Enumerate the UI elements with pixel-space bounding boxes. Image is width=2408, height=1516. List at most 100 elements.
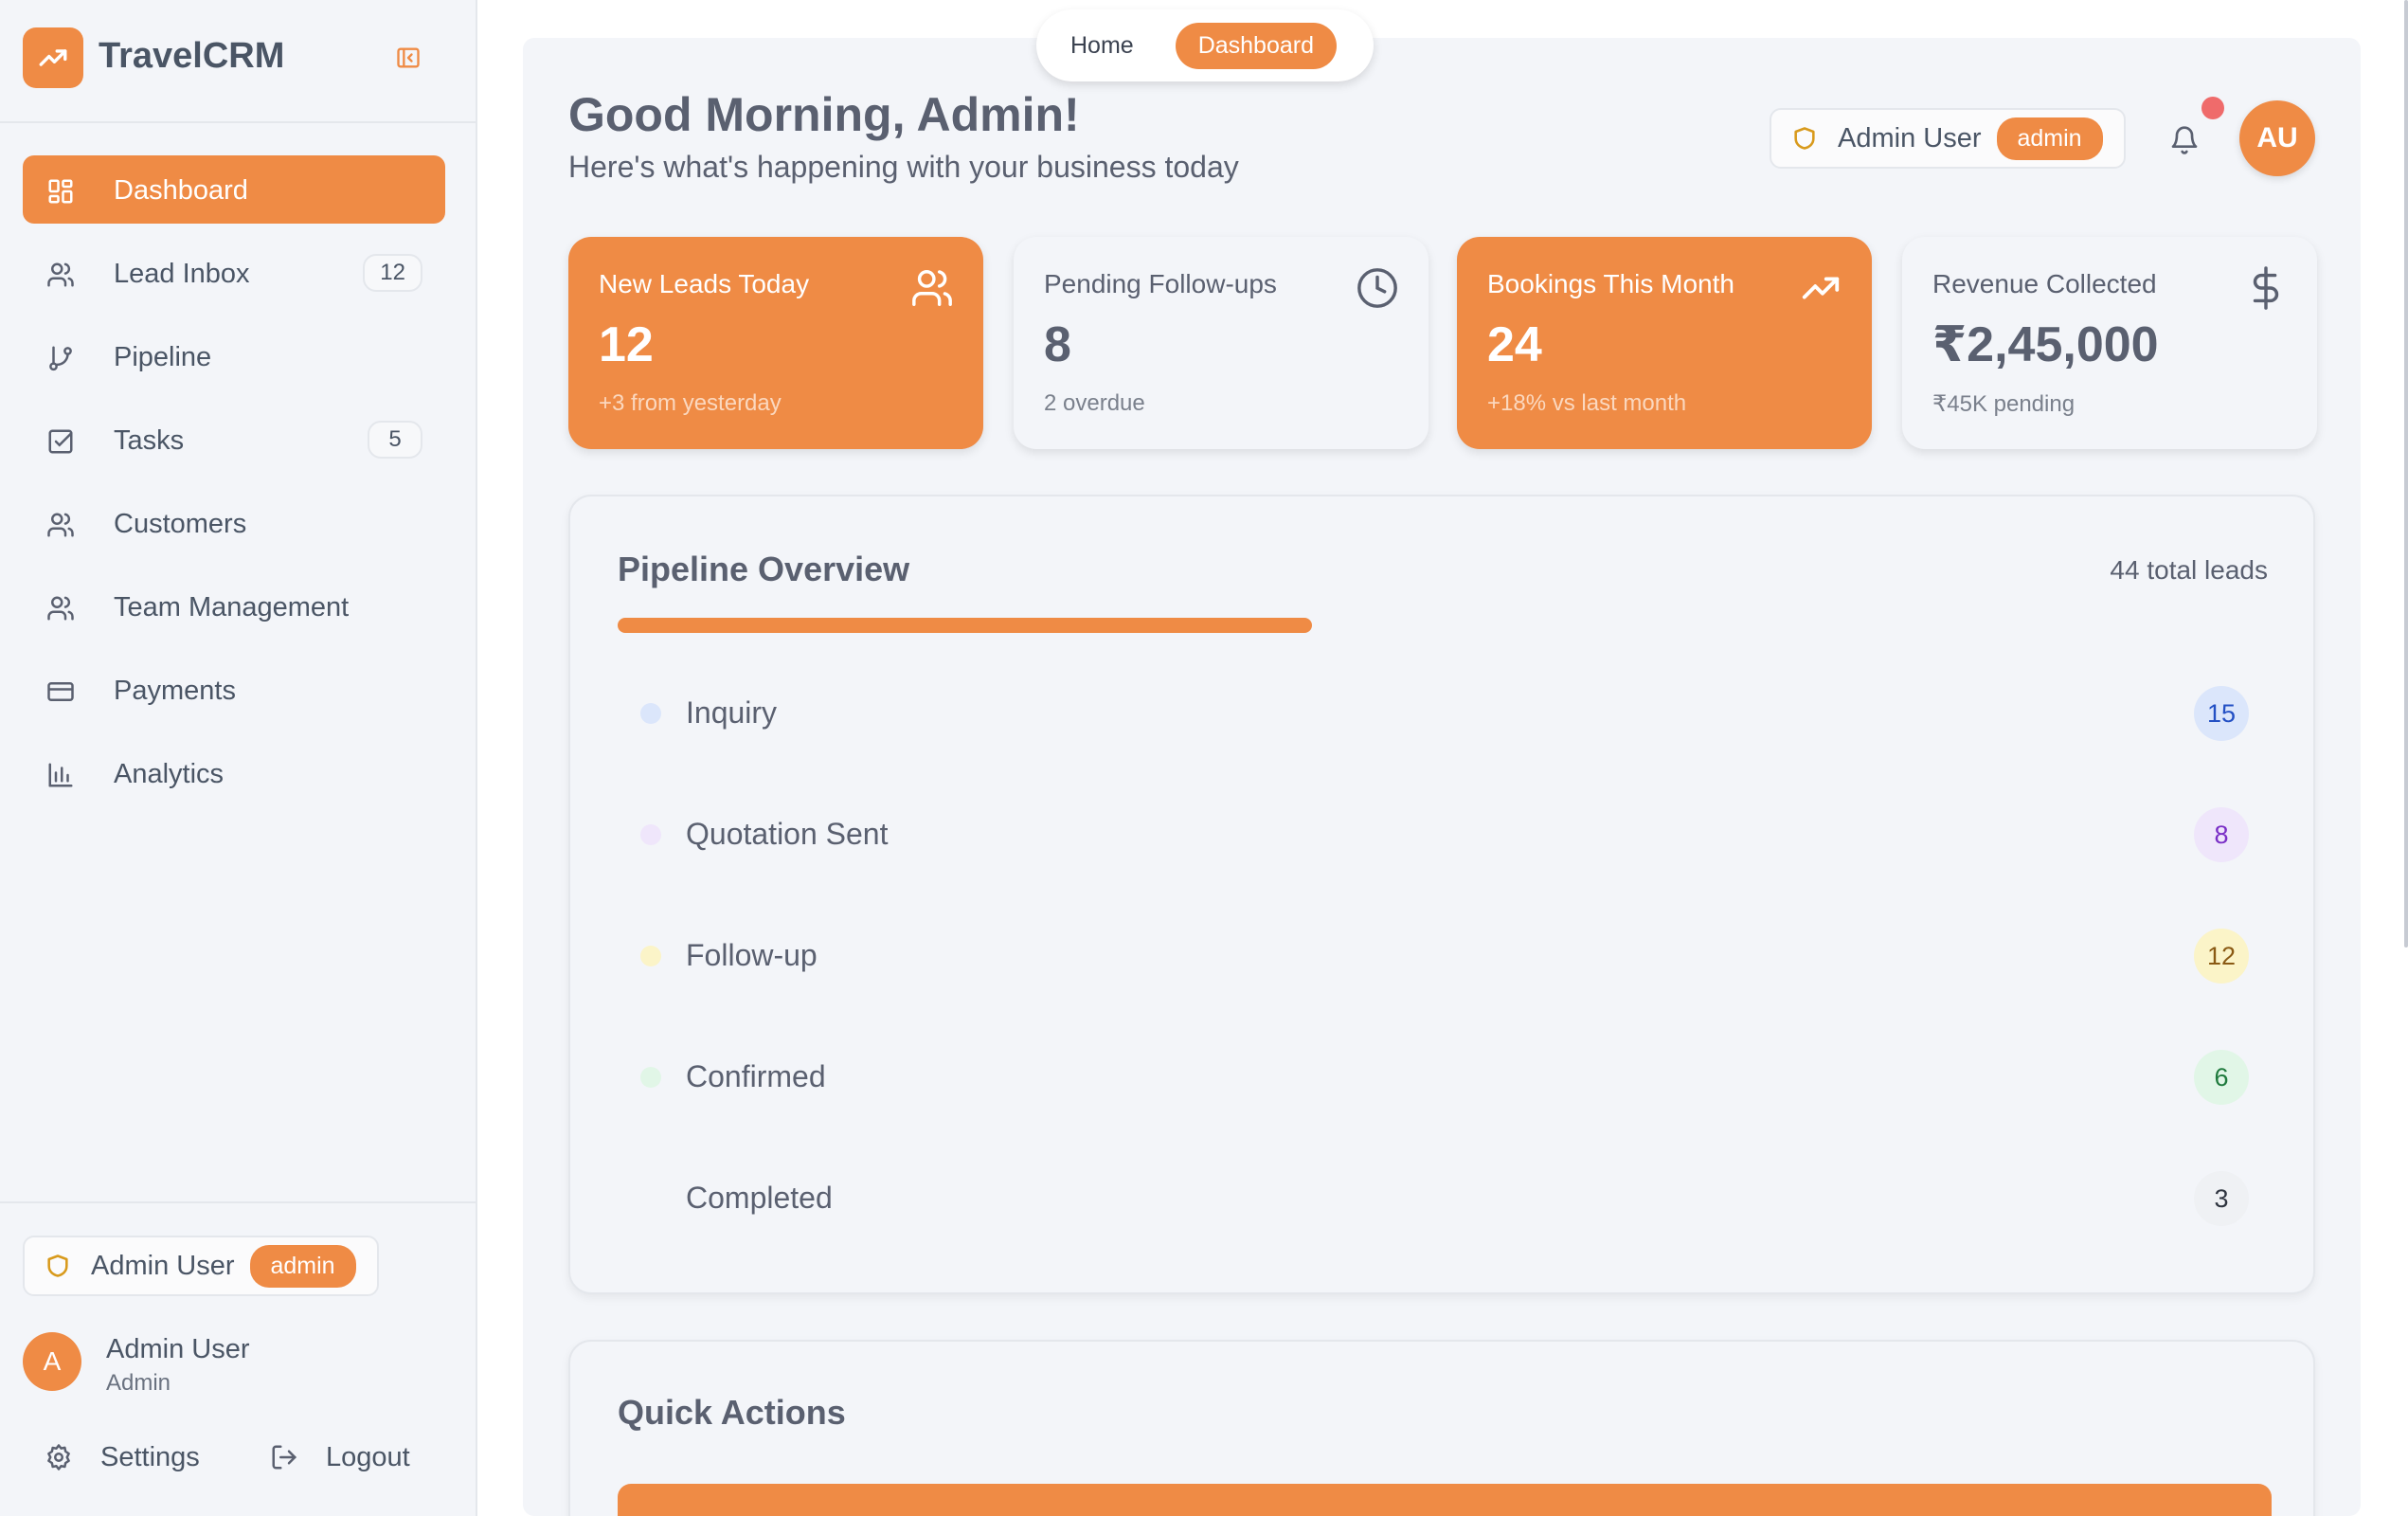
sidebar: TravelCRM Dashboard Lead Inbox 12 Pipeli… (0, 0, 477, 1516)
role-badge: admin (1996, 117, 2103, 160)
brand-header: TravelCRM (0, 0, 476, 123)
stage-label: Quotation Sent (686, 817, 889, 851)
bar-chart-icon (45, 760, 76, 790)
collapse-sidebar-icon[interactable] (392, 42, 424, 74)
trending-up-icon (23, 27, 83, 88)
stage-dot (640, 703, 661, 724)
sidebar-item-label: Tasks (114, 425, 185, 456)
users-icon (45, 510, 76, 540)
users-icon (909, 265, 955, 311)
pipeline-overview-panel: Pipeline Overview 44 total leads Inquiry… (568, 495, 2315, 1294)
role-name: Admin User (1838, 122, 1982, 153)
logout-icon (269, 1442, 299, 1472)
pipeline-stage-completed[interactable]: Completed 3 (618, 1169, 2272, 1226)
stage-label: Completed (686, 1181, 833, 1215)
sidebar-item-label: Pipeline (114, 342, 212, 372)
sidebar-footer: Admin User admin A Admin User Admin Sett… (0, 1201, 476, 1516)
stage-label: Confirmed (686, 1059, 826, 1093)
stat-value: 24 (1487, 317, 1542, 372)
sidebar-item-tasks[interactable]: Tasks 5 (23, 406, 445, 474)
trending-up-icon (1798, 265, 1843, 311)
avatar: A (23, 1332, 81, 1391)
quick-actions-panel: Quick Actions (568, 1340, 2315, 1516)
sidebar-item-payments[interactable]: Payments (23, 656, 445, 724)
stat-title: New Leads Today (599, 269, 810, 298)
shield-icon (44, 1252, 72, 1280)
count-badge: 5 (368, 421, 422, 459)
sidebar-item-label: Customers (114, 509, 247, 539)
sidebar-item-analytics[interactable]: Analytics (23, 739, 445, 807)
stat-title: Revenue Collected (1932, 269, 2157, 298)
logout-link[interactable]: Logout (269, 1438, 410, 1476)
stat-note: ₹45K pending (1932, 391, 2076, 417)
stat-value: 12 (599, 317, 654, 372)
sidebar-item-label: Analytics (114, 759, 225, 789)
settings-label: Settings (100, 1441, 200, 1472)
stage-dot (640, 824, 661, 845)
stat-card-revenue[interactable]: Revenue Collected ₹2,45,000 ₹45K pending (1902, 237, 2317, 449)
logout-label: Logout (326, 1441, 410, 1472)
git-branch-icon (45, 343, 76, 373)
stage-label: Inquiry (686, 695, 778, 730)
role-chip: Admin User admin (1770, 108, 2126, 169)
stage-count-badge: 3 (2194, 1171, 2249, 1226)
pipeline-stage-quotation-sent[interactable]: Quotation Sent 8 (618, 805, 2272, 862)
bell-icon[interactable] (2165, 121, 2203, 159)
stat-card-bookings[interactable]: Bookings This Month 24 +18% vs last mont… (1457, 237, 1872, 449)
credit-card-icon (45, 677, 76, 707)
page-title: Good Morning, Admin! (568, 88, 1080, 141)
scrollbar[interactable] (2404, 0, 2408, 948)
pipeline-stage-follow-up[interactable]: Follow-up 12 (618, 927, 2272, 984)
stat-note: 2 overdue (1044, 390, 1145, 416)
sidebar-item-label: Payments (114, 676, 236, 706)
pipeline-stage-inquiry[interactable]: Inquiry 15 (618, 684, 2272, 741)
count-badge: 12 (363, 254, 422, 292)
stage-dot (640, 946, 661, 966)
stage-label: Follow-up (686, 938, 818, 972)
app-name: TravelCRM (99, 36, 285, 76)
stage-count-badge: 8 (2194, 807, 2249, 862)
settings-link[interactable]: Settings (44, 1438, 200, 1476)
stat-value: ₹2,45,000 (1932, 317, 2159, 372)
quick-action-button[interactable] (618, 1484, 2272, 1516)
stat-note: +18% vs last month (1487, 390, 1687, 416)
stage-count-badge: 12 (2193, 929, 2249, 984)
sidebar-item-customers[interactable]: Customers (23, 489, 445, 557)
sidebar-item-lead-inbox[interactable]: Lead Inbox 12 (23, 239, 445, 307)
sidebar-item-label: Dashboard (114, 175, 248, 206)
stat-title: Pending Follow-ups (1044, 269, 1277, 298)
page-subtitle: Here's what's happening with your busine… (568, 150, 1239, 184)
dollar-icon (2243, 265, 2289, 311)
sidebar-item-label: Team Management (114, 592, 350, 623)
avatar[interactable]: AU (2239, 100, 2315, 176)
pipeline-stage-confirmed[interactable]: Confirmed 6 (618, 1048, 2272, 1105)
breadcrumb-home[interactable]: Home (1048, 23, 1157, 69)
role-chip: Admin User admin (23, 1236, 379, 1296)
sidebar-item-dashboard[interactable]: Dashboard (23, 155, 445, 224)
sidebar-item-team-management[interactable]: Team Management (23, 572, 445, 641)
users-icon (45, 260, 76, 290)
stage-count-badge: 15 (2193, 686, 2249, 741)
checkbox-icon (45, 426, 76, 457)
sidebar-item-label: Lead Inbox (114, 259, 250, 289)
user-name: Admin User (106, 1334, 250, 1364)
stat-card-pending-follow-ups[interactable]: Pending Follow-ups 8 2 overdue (1014, 237, 1429, 449)
panel-title: Pipeline Overview (618, 550, 910, 588)
pipeline-progress-bar (618, 618, 2272, 633)
role-name: Admin User (91, 1250, 235, 1281)
sidebar-item-pipeline[interactable]: Pipeline (23, 322, 445, 390)
stat-note: +3 from yesterday (599, 390, 782, 416)
pipeline-progress-fill (618, 618, 1313, 633)
stat-value: 8 (1044, 317, 1071, 372)
gear-icon (44, 1442, 74, 1472)
stage-dot (640, 1067, 661, 1088)
clock-icon (1355, 265, 1400, 311)
notification-dot (2201, 97, 2224, 119)
stage-dot (640, 1188, 661, 1209)
dashboard-icon (45, 176, 76, 207)
stat-card-new-leads[interactable]: New Leads Today 12 +3 from yesterday (568, 237, 983, 449)
total-leads: 44 total leads (2110, 555, 2268, 585)
shield-icon (1790, 124, 1819, 153)
user-role: Admin (106, 1370, 171, 1396)
breadcrumb-current[interactable]: Dashboard (1175, 22, 1337, 69)
